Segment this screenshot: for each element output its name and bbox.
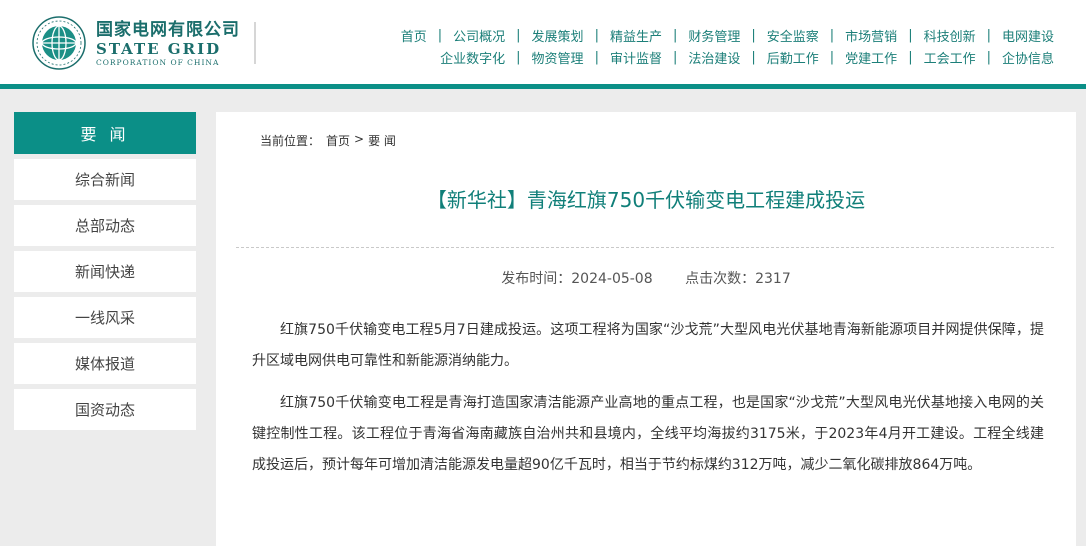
article-paragraph: 红旗750千伏输变电工程5月7日建成投运。这项工程将为国家“沙戈荒”大型风电光伏… [252,322,1044,369]
nav-separator: | [516,27,521,43]
breadcrumb: 当前位置： 首页 > 要 闻 [260,132,396,149]
nav-item-logistics[interactable]: 后勤工作 [767,48,819,67]
nav-item-enterprise-association[interactable]: 企协信息 [1002,48,1054,67]
article-body: 红旗750千伏输变电工程5月7日建成投运。这项工程将为国家“沙戈荒”大型风电光伏… [252,315,1044,492]
nav-item-union[interactable]: 工会工作 [924,48,976,67]
nav-item-marketing[interactable]: 市场营销 [845,26,897,45]
sidebar-heading: 要 闻 [14,112,196,154]
nav-separator: | [829,27,835,43]
logo-english-subtitle: CORPORATION OF CHINA [96,57,220,67]
nav-item-digitalization[interactable]: 企业数字化 [440,48,505,67]
logo-chinese-name: 国家电网有限公司 [96,19,240,40]
breadcrumb-separator: > [354,132,365,146]
nav-item-audit[interactable]: 审计监督 [610,48,662,67]
logo-divider [254,22,256,64]
sidebar-item-media-reports[interactable]: 媒体报道 [14,343,196,384]
site-logo[interactable]: 国家电网有限公司 STATE GRID CORPORATION OF CHINA [32,16,240,70]
nav-item-lean-production[interactable]: 精益生产 [610,26,662,45]
nav-row-1: 首页 | 公司概况 | 发展策划 | 精益生产 | 财务管理 | 安全监察 | … [401,24,1054,46]
sidebar-item-general-news[interactable]: 综合新闻 [14,159,196,200]
sidebar: 要 闻 综合新闻 总部动态 新闻快递 一线风采 媒体报道 国资动态 [14,112,196,430]
site-header: 国家电网有限公司 STATE GRID CORPORATION OF CHINA… [0,0,1086,89]
nav-item-legal[interactable]: 法治建设 [688,48,740,67]
click-count: 点击次数：2317 [685,271,791,287]
nav-separator: | [908,49,913,65]
nav-separator: | [672,27,678,43]
breadcrumb-prefix: 当前位置： [260,134,321,148]
nav-separator: | [594,49,599,65]
nav-separator: | [908,27,913,43]
breadcrumb-current[interactable]: 要 闻 [368,132,396,149]
nav-item-development-planning[interactable]: 发展策划 [532,26,584,45]
nav-item-safety[interactable]: 安全监察 [767,26,819,45]
article-paragraph: 红旗750千伏输变电工程是青海打造国家清洁能源产业高地的重点工程，也是国家“沙戈… [252,395,1044,473]
sidebar-item-hq-updates[interactable]: 总部动态 [14,205,196,246]
nav-separator: | [829,49,835,65]
nav-separator: | [594,27,599,43]
sidebar-item-sasac-updates[interactable]: 国资动态 [14,389,196,430]
nav-separator: | [672,49,678,65]
sidebar-item-frontline[interactable]: 一线风采 [14,297,196,338]
breadcrumb-home-link[interactable]: 首页 [326,132,350,149]
publish-time: 发布时间：2024-05-08 [501,271,653,287]
nav-item-grid-construction[interactable]: 电网建设 [1002,26,1054,45]
main-nav: 首页 | 公司概况 | 发展策划 | 精益生产 | 财务管理 | 安全监察 | … [401,24,1054,68]
logo-english-name: STATE GRID [96,39,222,58]
nav-separator: | [986,27,991,43]
nav-item-finance[interactable]: 财务管理 [688,26,740,45]
nav-item-home[interactable]: 首页 [401,26,427,45]
article-title: 【新华社】青海红旗750千伏输变电工程建成投运 [426,188,866,212]
nav-item-materials[interactable]: 物资管理 [532,48,584,67]
state-grid-globe-icon [32,16,86,70]
nav-separator: | [516,49,521,65]
nav-separator: | [437,27,443,43]
nav-separator: | [751,27,756,43]
nav-row-2: 企业数字化 | 物资管理 | 审计监督 | 法治建设 | 后勤工作 | 党建工作… [401,46,1054,68]
title-divider [236,247,1054,248]
article-panel: 当前位置： 首页 > 要 闻 【新华社】青海红旗750千伏输变电工程建成投运 发… [216,112,1076,546]
sidebar-item-news-express[interactable]: 新闻快递 [14,251,196,292]
header-accent-bar [0,84,1086,89]
nav-separator: | [986,49,991,65]
nav-item-company-overview[interactable]: 公司概况 [453,26,505,45]
nav-item-party-building[interactable]: 党建工作 [845,48,897,67]
nav-separator: | [751,49,756,65]
nav-item-tech-innovation[interactable]: 科技创新 [924,26,976,45]
article-meta: 发布时间：2024-05-08 点击次数：2317 [236,268,1056,288]
